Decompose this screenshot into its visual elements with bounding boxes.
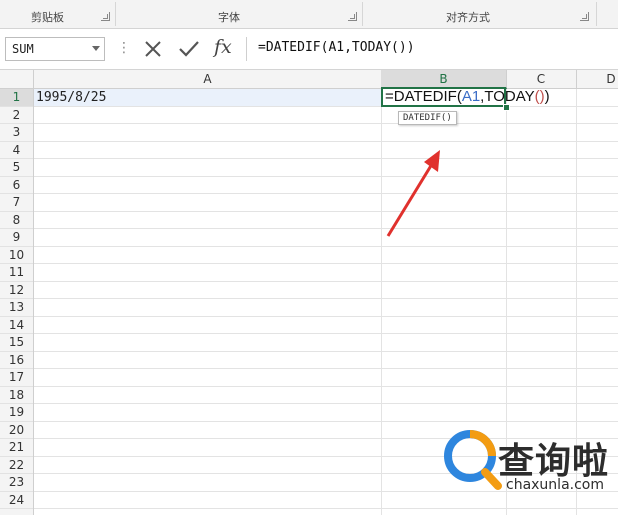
row-header[interactable]: 6 xyxy=(0,177,33,194)
row-gridline xyxy=(34,210,618,212)
row-gridline xyxy=(34,193,618,194)
row-gridline xyxy=(34,508,618,509)
row-header[interactable]: 19 xyxy=(0,404,33,422)
ribbon-group-font-label: 字体 xyxy=(218,11,240,24)
row-gridline xyxy=(34,385,618,387)
row-gridline xyxy=(34,158,618,159)
cell-a1[interactable]: 1995/8/25 xyxy=(34,89,381,106)
column-header-b[interactable]: B xyxy=(381,70,507,89)
column-header-a[interactable]: A xyxy=(34,70,382,88)
row-header[interactable]: 22 xyxy=(0,457,33,474)
ribbon-separator xyxy=(596,2,597,26)
row-gridline xyxy=(34,333,618,334)
formula-end: ) xyxy=(544,89,550,105)
ribbon-group-clipboard-label: 剪贴板 xyxy=(31,11,64,24)
font-dialog-launcher-icon[interactable] xyxy=(348,12,357,21)
row-gridline xyxy=(34,228,618,229)
watermark-url: chaxunla.com xyxy=(506,477,604,493)
row-header[interactable]: 18 xyxy=(0,387,33,404)
row-header[interactable]: 5 xyxy=(0,159,33,177)
formula-reference-a1: A1 xyxy=(461,89,481,105)
row-gridline xyxy=(34,263,618,264)
row-header[interactable]: 8 xyxy=(0,212,33,229)
row-header[interactable]: 17 xyxy=(0,369,33,387)
more-vertical-icon[interactable]: ⋮ xyxy=(117,41,131,55)
row-header[interactable]: 21 xyxy=(0,439,33,457)
row-gridline xyxy=(34,175,618,177)
ribbon-separator xyxy=(362,2,363,26)
cell-b1-active[interactable]: =DATEDIF(A1,TODAY()) xyxy=(381,89,550,107)
name-box-value: SUM xyxy=(12,42,34,56)
row-header[interactable]: 16 xyxy=(0,352,33,369)
formula-prefix: =DATEDIF( xyxy=(385,89,462,105)
row-gridline xyxy=(34,140,618,142)
row-gridline xyxy=(34,123,618,124)
row-header[interactable]: 13 xyxy=(0,299,33,317)
column-headers: A B C D xyxy=(0,70,618,89)
column-header-d[interactable]: D xyxy=(576,70,618,88)
arrow-head xyxy=(424,150,440,172)
row-header[interactable]: 2 xyxy=(0,107,33,124)
fill-handle[interactable] xyxy=(503,104,510,111)
magnifier-logo-icon xyxy=(444,430,502,490)
cell-b1-formula: =DATEDIF(A1,TODAY()) xyxy=(385,89,550,105)
name-box[interactable]: SUM xyxy=(5,37,105,61)
row-header[interactable]: 12 xyxy=(0,282,33,299)
ribbon-group-alignment-label: 对齐方式 xyxy=(446,11,490,24)
close-icon[interactable] xyxy=(140,36,166,62)
column-header-c[interactable]: C xyxy=(506,70,577,88)
row-gridline xyxy=(34,403,618,404)
clipboard-dialog-launcher-icon[interactable] xyxy=(101,12,110,21)
row-gridline xyxy=(34,368,618,369)
row-gridline xyxy=(34,298,618,299)
row-header[interactable]: 20 xyxy=(0,422,33,439)
function-tooltip[interactable]: DATEDIF() xyxy=(398,111,457,125)
check-icon[interactable] xyxy=(176,36,202,62)
row-gridline xyxy=(34,315,618,317)
formula-input[interactable]: =DATEDIF(A1,TODAY()) xyxy=(258,40,415,55)
site-watermark: 查询啦 chaxunla.com xyxy=(442,428,618,508)
row-gridline xyxy=(34,280,618,282)
row-header[interactable]: 9 xyxy=(0,229,33,247)
row-header[interactable]: 4 xyxy=(0,142,33,159)
row-header[interactable]: 10 xyxy=(0,247,33,264)
row-header[interactable]: 11 xyxy=(0,264,33,282)
row-header[interactable]: 1 xyxy=(0,89,33,107)
row-header[interactable]: 15 xyxy=(0,334,33,352)
formula-bar-divider xyxy=(246,37,247,61)
row-header[interactable]: 7 xyxy=(0,194,33,212)
formula-middle: ,TODAY xyxy=(480,89,535,105)
red-arrow-annotation xyxy=(386,150,440,237)
fx-icon[interactable]: fx xyxy=(214,36,240,62)
arrow-shaft xyxy=(386,163,434,237)
row-header[interactable]: 23 xyxy=(0,474,33,492)
row-gridline xyxy=(34,245,618,247)
row-header[interactable]: 24 xyxy=(0,492,33,509)
row-gridline xyxy=(34,350,618,352)
row-gridline xyxy=(34,420,618,422)
formula-bar: SUM ⋮ fx =DATEDIF(A1,TODAY()) xyxy=(0,29,618,70)
row-header[interactable]: 3 xyxy=(0,124,33,142)
ribbon-separator xyxy=(115,2,116,26)
select-all-corner[interactable] xyxy=(0,70,34,88)
alignment-dialog-launcher-icon[interactable] xyxy=(580,12,589,21)
ribbon-group-bar: 剪贴板 字体 对齐方式 xyxy=(0,0,618,29)
chevron-down-icon[interactable] xyxy=(92,46,100,51)
row-header[interactable]: 14 xyxy=(0,317,33,334)
row-headers: 1 2 3 4 5 6 7 8 9 10 11 12 13 14 15 16 17 18 19 20 21 22 23 24 xyxy=(0,89,34,515)
